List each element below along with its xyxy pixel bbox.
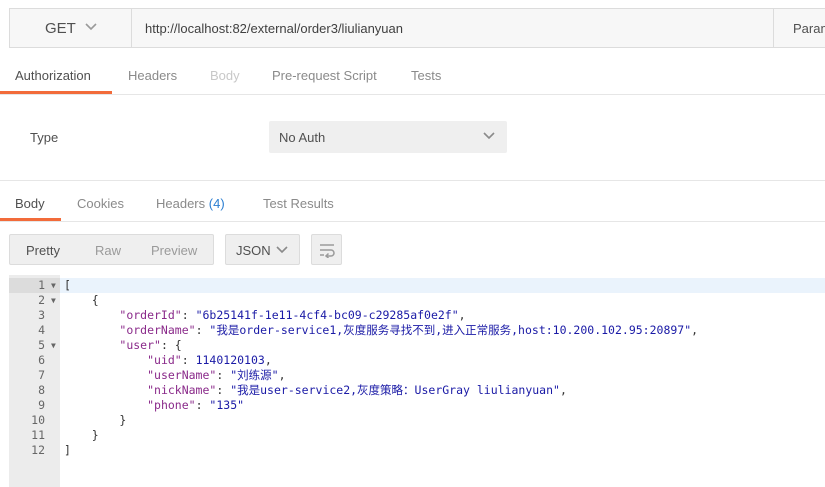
headers-tab-label: Headers: [156, 196, 206, 211]
auth-panel: Type No Auth: [0, 95, 825, 181]
response-tabs: Body Cookies Headers (4) Test Results: [0, 181, 825, 222]
json-key: "orderName": [119, 323, 196, 337]
params-label: Param: [793, 21, 825, 36]
line-number: 6: [38, 353, 45, 367]
code-text: "userName": "刘练源",: [147, 368, 286, 382]
code-text: ]: [64, 443, 71, 457]
code-text: "orderName": "我是order-service1,灰度服务寻找不到,…: [119, 323, 699, 337]
code-line: 11 }: [9, 428, 825, 443]
line-number: 11: [31, 428, 45, 442]
code-line: 7 "userName": "刘练源",: [9, 368, 825, 383]
url-input[interactable]: http://localhost:82/external/order3/liul…: [145, 21, 403, 36]
request-tabs: Authorization Headers Body Pre-request S…: [0, 60, 825, 95]
line-number: 10: [31, 413, 45, 427]
tab-authorization[interactable]: Authorization: [15, 68, 91, 83]
json-value: "我是user-service2,灰度策略：UserGray liulianyu…: [230, 383, 560, 397]
json-value: "6b25141f-1e11-4cf4-bc09-c29285af0e2f": [195, 308, 459, 322]
line-number: 4: [38, 323, 45, 337]
tab-cookies[interactable]: Cookies: [77, 196, 124, 211]
code-line: 5 ▼ "user": {: [9, 338, 825, 353]
line-number: 7: [38, 368, 45, 382]
headers-count-badge: (4): [208, 196, 225, 211]
method-dropdown[interactable]: GET: [10, 9, 132, 47]
json-value: 1140120103: [195, 353, 265, 367]
code-text: "uid": 1140120103,: [147, 353, 272, 367]
view-mode-toggle: Pretty Raw Preview: [9, 234, 214, 265]
json-key: "userName": [147, 368, 217, 382]
tab-response-headers[interactable]: Headers (4): [156, 196, 225, 211]
line-number: 12: [31, 443, 45, 457]
auth-type-value: No Auth: [279, 130, 326, 145]
json-key: "uid": [147, 353, 182, 367]
chevron-down-icon: [85, 23, 97, 31]
fold-arrow-icon[interactable]: ▼: [51, 338, 56, 353]
code-line: 10 }: [9, 413, 825, 428]
wrap-lines-button[interactable]: [311, 234, 342, 265]
code-line: 9 "phone": "135": [9, 398, 825, 413]
tab-response-body[interactable]: Body: [15, 196, 45, 211]
auth-type-select[interactable]: No Auth: [269, 121, 507, 153]
json-key: "phone": [147, 398, 196, 412]
tab-test-results[interactable]: Test Results: [263, 196, 334, 211]
format-value: JSON: [236, 243, 271, 258]
code-line: 3 "orderId": "6b25141f-1e11-4cf4-bc09-c2…: [9, 308, 825, 323]
line-number: 9: [38, 398, 45, 412]
line-number: 2: [38, 293, 45, 307]
code-text: [: [64, 278, 71, 292]
json-key: "nickName": [147, 383, 217, 397]
format-select[interactable]: JSON: [225, 234, 300, 265]
tab-tests[interactable]: Tests: [411, 68, 441, 83]
code-text: {: [64, 293, 99, 307]
fold-arrow-icon[interactable]: ▼: [51, 293, 56, 308]
code-text: "orderId": "6b25141f-1e11-4cf4-bc09-c292…: [119, 308, 466, 322]
tab-headers[interactable]: Headers: [128, 68, 177, 83]
line-number: 1: [38, 278, 45, 292]
line-number: 5: [38, 338, 45, 352]
request-url-bar: GET http://localhost:82/external/order3/…: [9, 8, 825, 48]
json-key: "user": [119, 338, 161, 352]
active-response-tab-indicator: [0, 218, 61, 221]
code-line: 4 "orderName": "我是order-service1,灰度服务寻找不…: [9, 323, 825, 338]
params-button[interactable]: Param: [773, 9, 825, 47]
code-text: "phone": "135": [147, 398, 245, 412]
json-value: "我是order-service1,灰度服务寻找不到,进入正常服务,host:1…: [209, 323, 692, 337]
code-line: 12]: [9, 443, 825, 458]
code-line: 8 "nickName": "我是user-service2,灰度策略：User…: [9, 383, 825, 398]
view-raw-button[interactable]: Raw: [95, 243, 121, 258]
auth-type-label: Type: [30, 130, 59, 145]
chevron-down-icon: [276, 246, 288, 254]
view-pretty-button[interactable]: Pretty: [26, 243, 60, 258]
tab-body[interactable]: Body: [210, 68, 240, 83]
active-tab-indicator: [0, 91, 112, 94]
code-text: "nickName": "我是user-service2,灰度策略：UserGr…: [147, 383, 567, 397]
method-label: GET: [45, 20, 76, 37]
code-text: "user": {: [119, 338, 182, 352]
json-value: "刘练源": [230, 368, 279, 382]
line-number: 3: [38, 308, 45, 322]
code-line: 1 ▼ [: [9, 278, 825, 293]
code-text: }: [64, 413, 127, 427]
json-key: "orderId": [119, 308, 182, 322]
active-line-highlight: [60, 278, 825, 293]
chevron-down-icon: [483, 132, 495, 140]
code-line: 6 "uid": 1140120103,: [9, 353, 825, 368]
view-preview-button[interactable]: Preview: [151, 243, 197, 258]
json-value: "135": [209, 398, 245, 412]
code-line: 2 ▼ {: [9, 293, 825, 308]
fold-arrow-icon[interactable]: ▼: [51, 278, 56, 293]
wrap-lines-icon: [320, 244, 335, 258]
line-number: 8: [38, 383, 45, 397]
tab-pre-request-script[interactable]: Pre-request Script: [272, 68, 377, 83]
code-text: }: [64, 428, 99, 442]
response-body-editor[interactable]: 1 ▼ [2 ▼ {3 "orderId": "6b25141f-1e11-4cf4-…: [9, 275, 825, 487]
